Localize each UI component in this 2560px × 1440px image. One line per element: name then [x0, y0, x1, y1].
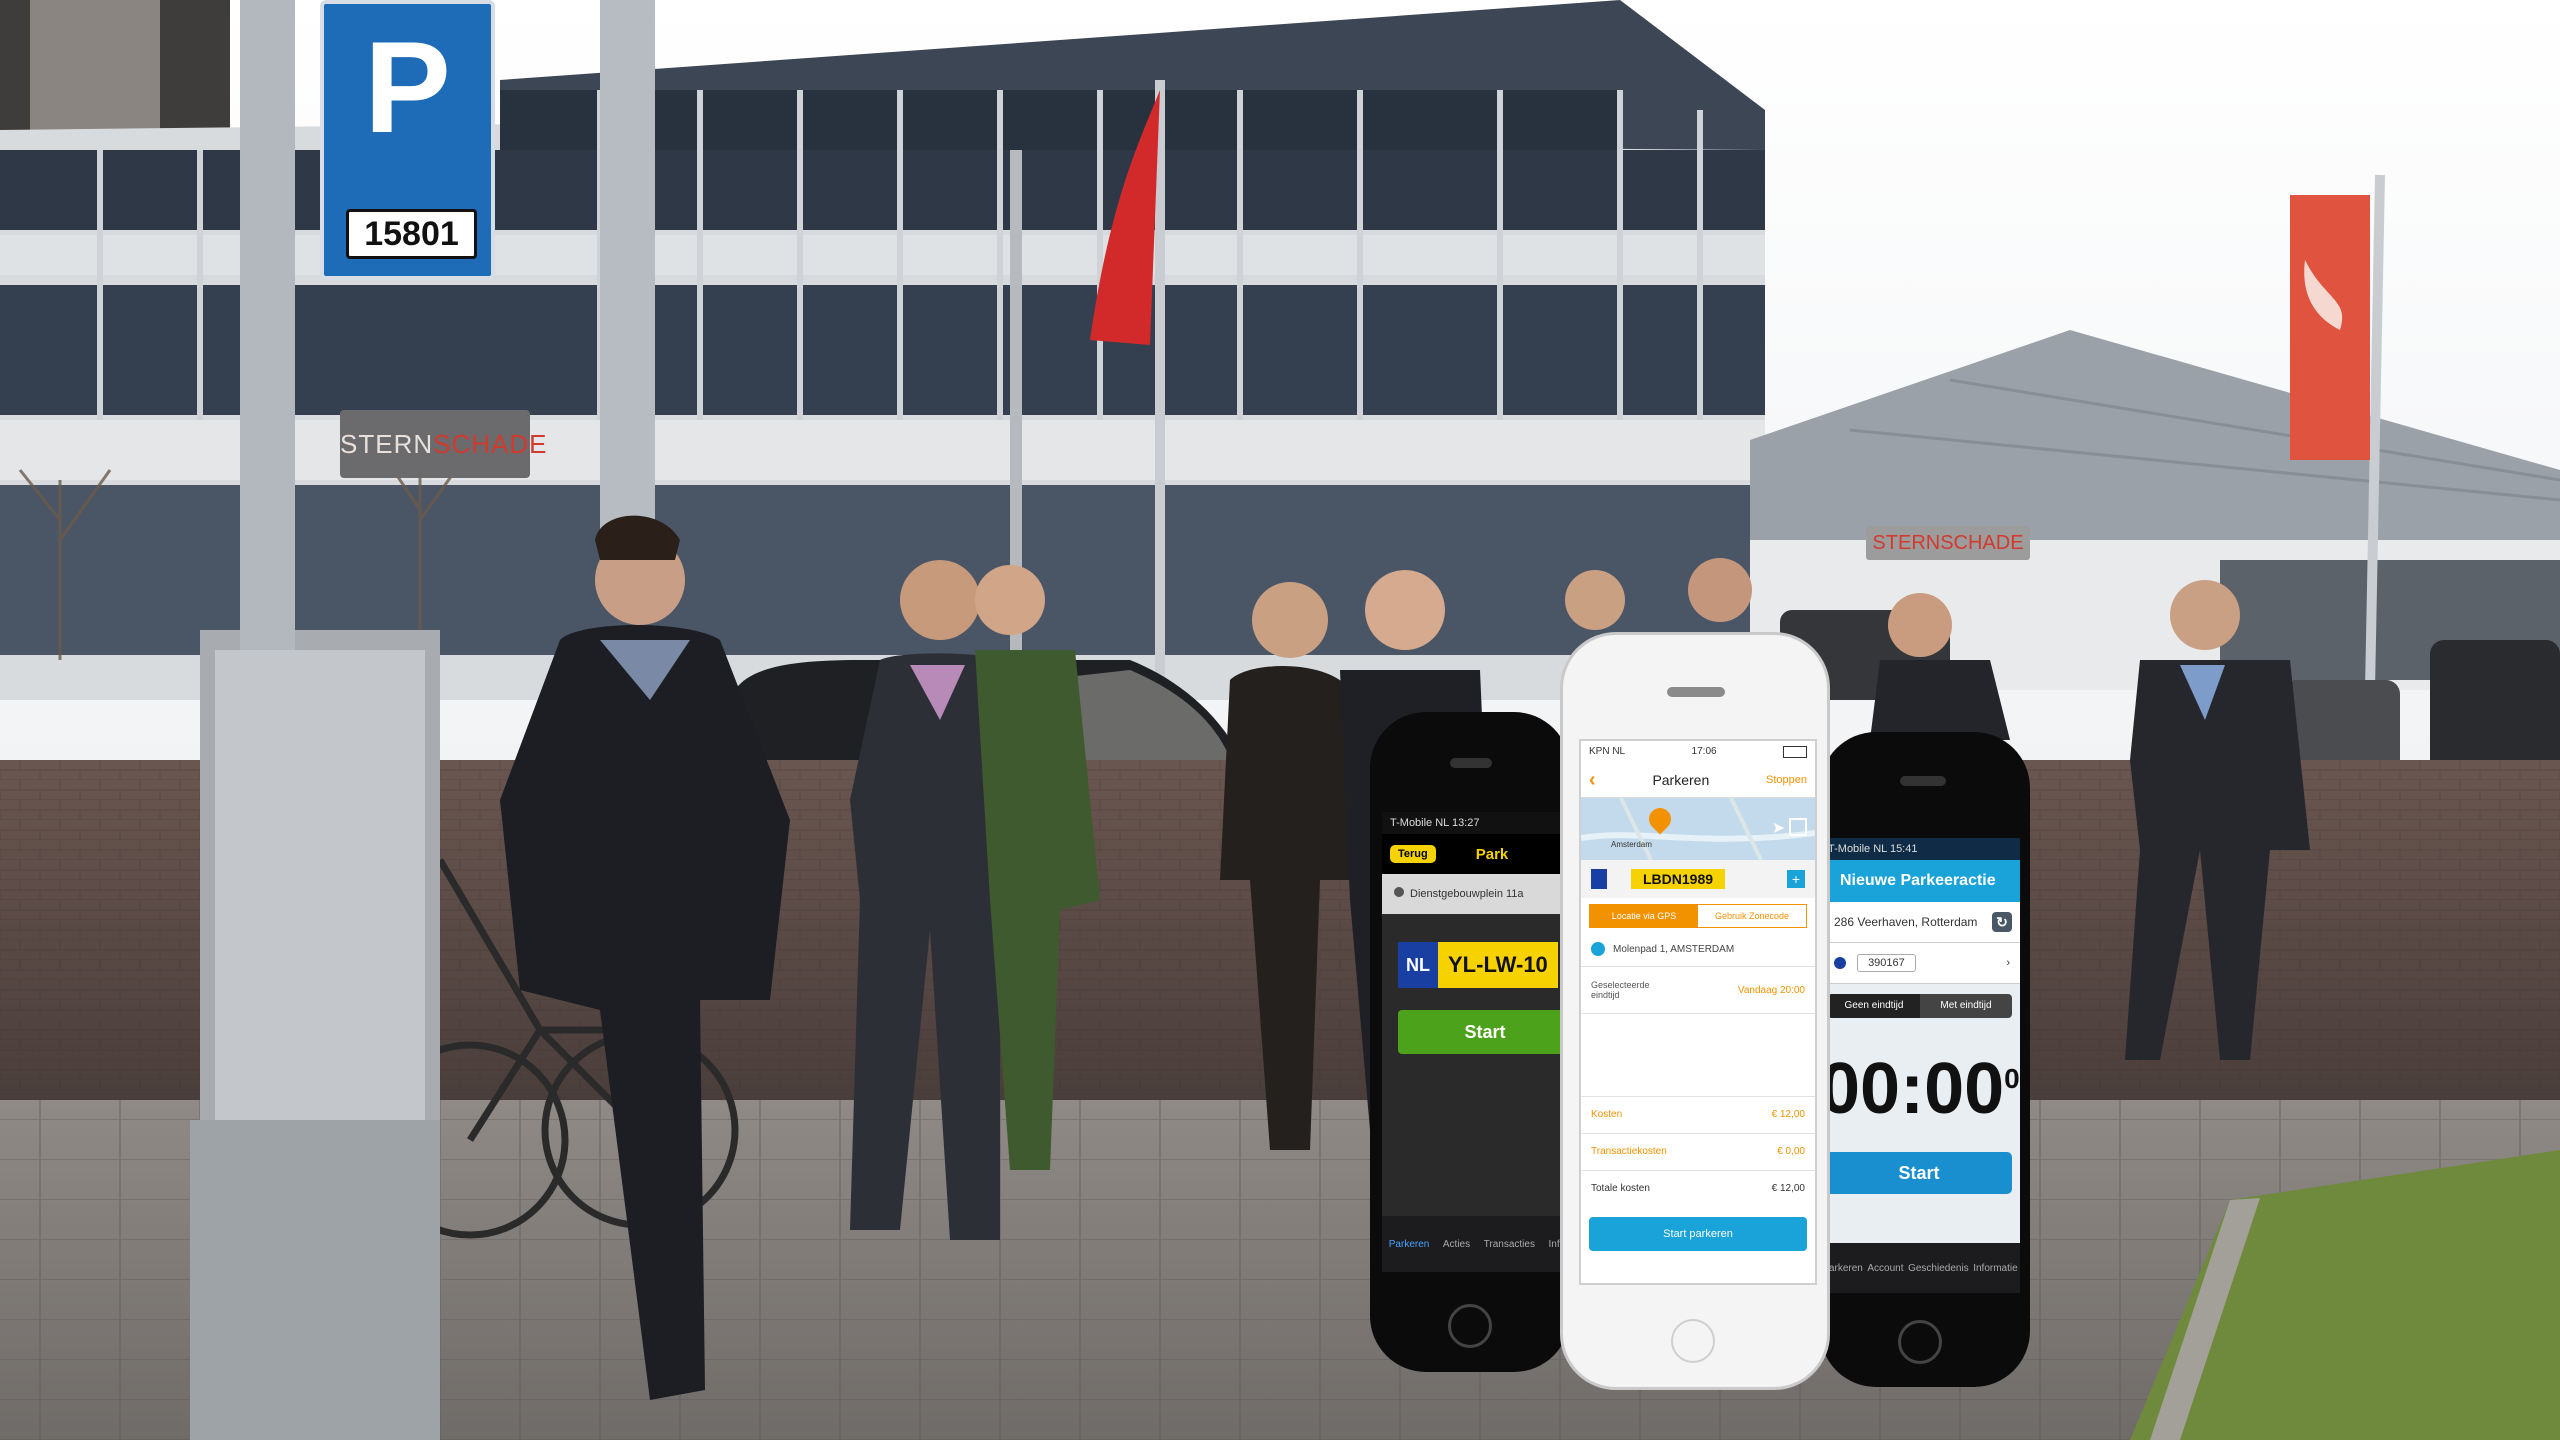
parking-zone-number: 15801: [346, 209, 477, 259]
location-row[interactable]: Dienstgebouwplein 11a: [1382, 874, 1572, 914]
earpiece: [1900, 776, 1946, 786]
tab-bar: Parkeren Account Geschiedenis Informatie: [1820, 1243, 2020, 1293]
plate-row[interactable]: NL YL-LW-10: [1398, 942, 1572, 988]
home-button: [1448, 1304, 1492, 1348]
cost-row-total: Totale kosten € 12,00: [1581, 1170, 1815, 1207]
cost-row-costs: Kosten € 12,00: [1581, 1096, 1815, 1133]
add-plate-icon[interactable]: +: [1787, 870, 1805, 888]
cost-label: Kosten: [1591, 1109, 1623, 1120]
license-plate[interactable]: YL-LW-10: [1438, 942, 1558, 988]
earpiece: [1450, 758, 1492, 768]
timer-display: 00:0000: [1820, 1034, 2020, 1134]
eu-flag-icon: [1591, 869, 1607, 889]
phone-right-screen: T-Mobile NL 15:41 Nieuwe Parkeeractie ↻ …: [1820, 838, 2020, 1293]
banner-flag: [2290, 195, 2370, 460]
home-button: [1898, 1320, 1942, 1364]
tab-account[interactable]: Account: [1867, 1263, 1903, 1274]
status-bar: T-Mobile NL 13:27: [1382, 812, 1572, 834]
carrier: KPN NL: [1589, 746, 1626, 757]
tab-transacties[interactable]: Transacties: [1484, 1239, 1535, 1250]
tab-bar: Parkeren Acties Transacties Info: [1382, 1216, 1572, 1272]
hall-sign: STERNSCHADE: [1866, 526, 2030, 560]
location-icon: [1591, 942, 1605, 957]
status-bar: KPN NL 17:06: [1581, 741, 1815, 763]
phone-center-screen: KPN NL 17:06 ‹ Parkeren Stoppen Amsterda…: [1579, 739, 1817, 1285]
clock: 17:06: [1691, 746, 1717, 757]
locate-icon[interactable]: ➤: [1772, 818, 1785, 838]
back-button[interactable]: Terug: [1390, 845, 1436, 863]
nav-bar: Terug Park: [1382, 834, 1572, 874]
cost-value: € 0,00: [1777, 1146, 1805, 1157]
map-view[interactable]: Amsterdam ➤: [1581, 797, 1815, 861]
location-pin-icon: [1394, 887, 1404, 897]
cost-label: Totale kosten: [1591, 1183, 1650, 1194]
start-parking-button[interactable]: Start parkeren: [1589, 1217, 1807, 1251]
chevron-right-icon: ›: [2006, 957, 2010, 969]
country-code[interactable]: NL: [1398, 942, 1438, 988]
plate-row[interactable]: 390167 ›: [1820, 943, 2020, 984]
start-button[interactable]: Start: [1398, 1010, 1572, 1054]
cost-label: Transactiekosten: [1591, 1146, 1667, 1157]
nav-title: Nieuwe Parkeeractie: [1840, 872, 1996, 889]
end-time-row[interactable]: Geselecteerde eindtijd Vandaag 20:00: [1581, 967, 1815, 1014]
back-chevron-icon[interactable]: ‹: [1589, 769, 1596, 792]
address-row[interactable]: Molenpad 1, AMSTERDAM: [1581, 934, 1815, 967]
end-time-label: Geselecteerde eindtijd: [1591, 980, 1650, 1000]
nav-bar: ‹ Parkeren Stoppen: [1581, 763, 1815, 798]
timer-main: 00:00: [1820, 1049, 2005, 1129]
cost-value: € 12,00: [1771, 1109, 1805, 1120]
segment-no-end[interactable]: Geen eindtijd: [1828, 994, 1920, 1018]
cost-value: € 12,00: [1771, 1183, 1805, 1194]
nav-title: Parkeren: [1652, 772, 1710, 788]
license-plate[interactable]: LBDN1989: [1631, 869, 1726, 889]
tab-acties[interactable]: Acties: [1443, 1239, 1470, 1250]
timer-sup: 00: [2004, 1063, 2020, 1094]
start-button[interactable]: Start: [1826, 1152, 2012, 1194]
plate-row[interactable]: LBDN1989 +: [1581, 860, 1815, 898]
map-city-label: Amsterdam: [1611, 840, 1652, 849]
building-sign-part1: STERN: [340, 429, 434, 459]
stop-link[interactable]: Stoppen: [1766, 774, 1807, 786]
fullscreen-icon[interactable]: [1789, 818, 1807, 836]
building-sign: STERNSCHADE: [340, 410, 546, 478]
plate-number: 390167: [1857, 954, 1916, 972]
location-row[interactable]: 286 Veerhaven, Rotterdam: [1820, 902, 2020, 943]
phone-center: KPN NL 17:06 ‹ Parkeren Stoppen Amsterda…: [1560, 632, 1830, 1390]
location-text: 286 Veerhaven, Rotterdam: [1834, 915, 1978, 929]
cost-row-transaction: Transactiekosten € 0,00: [1581, 1133, 1815, 1170]
segment-with-end[interactable]: Met eindtijd: [1920, 994, 2012, 1018]
home-button: [1671, 1319, 1715, 1363]
segment-control: Geen eindtijd Met eindtijd: [1828, 994, 2012, 1018]
battery-icon: [1783, 746, 1807, 758]
toggle-zonecode[interactable]: Gebruik Zonecode: [1698, 905, 1806, 927]
earpiece: [1667, 687, 1725, 697]
tab-geschiedenis[interactable]: Geschiedenis: [1908, 1263, 1969, 1274]
location-text: Dienstgebouwplein 11a: [1410, 888, 1524, 900]
phone-left-screen: T-Mobile NL 13:27 Terug Park Dienstgebou…: [1382, 812, 1572, 1272]
photo-scene: P 15801 STERNSCHADE STERNSCHADE T-Mobile…: [0, 0, 2560, 1440]
refresh-icon[interactable]: ↻: [1992, 912, 2012, 932]
address-text: Molenpad 1, AMSTERDAM: [1613, 944, 1735, 955]
end-time-value: Vandaag 20:00: [1737, 984, 1805, 996]
parking-letter: P: [364, 14, 451, 160]
vehicle-icon: [1834, 957, 1846, 970]
status-bar: T-Mobile NL 15:41: [1820, 838, 2020, 860]
phone-right: T-Mobile NL 15:41 Nieuwe Parkeeractie ↻ …: [1820, 732, 2030, 1387]
parking-sign: P 15801: [320, 0, 495, 280]
toggle-gps[interactable]: Locatie via GPS: [1590, 905, 1698, 927]
building-sign-part2: SCHADE: [433, 429, 548, 459]
tab-parkeren[interactable]: Parkeren: [1389, 1239, 1430, 1250]
phone-left: T-Mobile NL 13:27 Terug Park Dienstgebou…: [1370, 712, 1572, 1372]
location-toggle: Locatie via GPS Gebruik Zonecode: [1589, 904, 1807, 928]
nav-title: Park: [1475, 845, 1509, 863]
tab-informatie[interactable]: Informatie: [1973, 1263, 2017, 1274]
nav-bar: Nieuwe Parkeeractie ↻: [1820, 860, 2020, 932]
